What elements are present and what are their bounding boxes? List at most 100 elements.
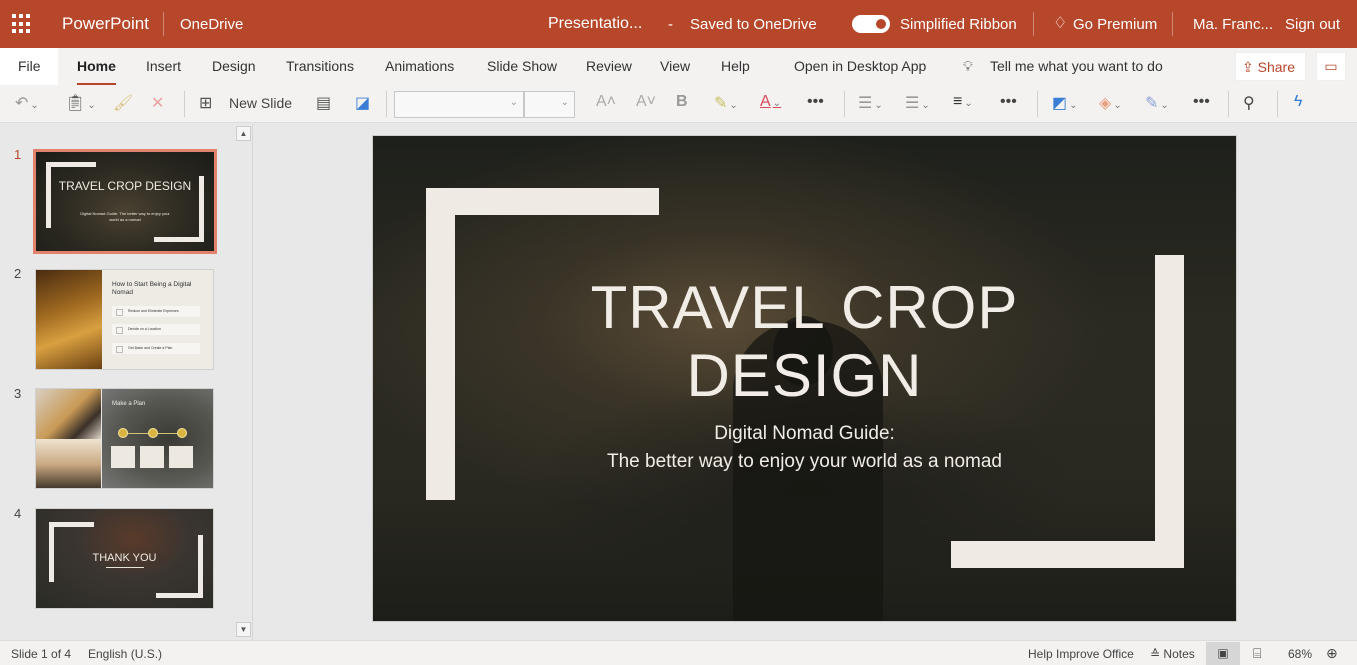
open-desktop-app[interactable]: Open in Desktop App (794, 58, 926, 74)
divider (844, 91, 845, 117)
thumbnail-scrollbar[interactable]: ▲ ▼ (235, 124, 252, 640)
tell-me-search[interactable]: Tell me what you want to do (990, 58, 1163, 74)
divider (1033, 12, 1034, 36)
grow-font-button[interactable]: A˄ (596, 93, 616, 111)
app-name[interactable]: PowerPoint (62, 14, 149, 34)
scroll-up-button[interactable]: ▲ (236, 126, 251, 141)
current-slide[interactable]: TRAVEL CROP DESIGN Digital Nomad Guide: … (372, 135, 1237, 622)
new-slide-label[interactable]: New Slide (229, 95, 292, 111)
numbering-button[interactable]: ☰ ⌄ (905, 93, 930, 113)
normal-view-icon: ▣ (1217, 646, 1229, 660)
tab-view[interactable]: View (660, 58, 690, 74)
zoom-level[interactable]: 68% (1288, 647, 1312, 661)
share-button[interactable]: ⇪ Share (1235, 52, 1306, 81)
shrink-font-button[interactable]: A˅ (636, 93, 656, 111)
shapes-button[interactable]: ◩ ⌄ (1052, 93, 1078, 113)
bold-button[interactable]: B (676, 93, 688, 111)
go-premium-link[interactable]: Go Premium (1073, 16, 1157, 33)
thumbnail-slide-2[interactable]: How to Start Being a Digital Nomad Reduc… (35, 269, 214, 370)
new-slide-icon: ⊞ (199, 95, 213, 112)
share-label: Share (1257, 59, 1295, 75)
thumbnail-subtitle: Digital Nomad Guide: The better way to e… (80, 211, 170, 222)
font-name-select[interactable]: ⌄ (394, 91, 524, 118)
tab-file[interactable]: File (18, 58, 41, 74)
tab-transitions[interactable]: Transitions (286, 58, 354, 74)
align-icon: ≡ (953, 93, 963, 110)
file-tab[interactable]: File (0, 48, 58, 85)
bullets-button[interactable]: ☰ ⌄ (858, 93, 883, 113)
language[interactable]: English (U.S.) (88, 647, 162, 661)
lightning-icon: ϟ (1294, 93, 1303, 110)
font-color-icon: A (760, 93, 771, 110)
thumbnail-panel: Make a Plan (102, 389, 213, 488)
font-size-select[interactable]: ⌄ (524, 91, 575, 118)
thumbnail-list-item: Reduce and Eliminate Expenses (112, 306, 200, 317)
thumbnail-slide-4[interactable]: THANK YOU (35, 508, 214, 609)
slide-subtitle[interactable]: Digital Nomad Guide: The better way to e… (373, 420, 1236, 476)
search-icon: ⚲ (1243, 95, 1255, 112)
paste-button[interactable]: 📋︎ ⌄ (65, 93, 96, 113)
shape-fill-button[interactable]: ◈ ⌄ (1099, 93, 1122, 113)
tab-animations[interactable]: Animations (385, 58, 454, 74)
undo-button[interactable]: ↶ ⌄ (15, 93, 39, 113)
toggle-knob (876, 19, 886, 29)
background-button[interactable]: ◪ (355, 93, 370, 113)
shape-outline-button[interactable]: ✎ ⌄ (1145, 93, 1169, 113)
timeline-card (140, 446, 164, 468)
delete-button[interactable]: ✕ (151, 93, 164, 113)
user-name[interactable]: Ma. Franc... (1193, 16, 1273, 33)
design-background-icon: ◪ (355, 95, 371, 112)
more-paragraph-button[interactable]: ••• (1000, 93, 1017, 111)
tab-slide-show[interactable]: Slide Show (487, 58, 557, 74)
app-launcher-icon[interactable] (12, 14, 32, 34)
chevron-down-icon: ⌄ (509, 97, 518, 108)
normal-view-button[interactable]: ▣ (1206, 642, 1240, 665)
thumbnail-photo (36, 389, 101, 439)
highlight-button[interactable]: ✎ ⌄ (714, 93, 738, 113)
designer-button[interactable]: ϟ (1294, 93, 1302, 111)
share-icon: ⇪ (1242, 59, 1254, 75)
thumbnail-number: 1 (14, 147, 22, 162)
notes-button[interactable]: ≙ Notes (1150, 647, 1195, 661)
shapes-icon: ◩ (1052, 95, 1068, 112)
divider (184, 91, 185, 117)
tab-review[interactable]: Review (586, 58, 632, 74)
simplified-ribbon-toggle[interactable] (852, 15, 890, 33)
more-drawing-button[interactable]: ••• (1193, 93, 1210, 111)
paste-icon: 📋︎ (65, 95, 86, 112)
thumbnail-slide-1[interactable]: TRAVEL CROP DESIGN Digital Nomad Guide: … (33, 149, 217, 254)
more-font-button[interactable]: ••• (807, 93, 824, 111)
thumbnail-title: TRAVEL CROP DESIGN (58, 179, 192, 193)
thumbnail-slide-3[interactable]: Make a Plan (35, 388, 214, 489)
diamond-icon: ♢ (1053, 15, 1068, 32)
location-link[interactable]: OneDrive (180, 16, 243, 33)
tab-help[interactable]: Help (721, 58, 750, 74)
thumbnail-photo (36, 270, 102, 369)
thumbnail-number: 2 (14, 266, 22, 281)
layout-button[interactable]: ▤ (316, 93, 331, 113)
format-painter-button[interactable]: 🖌︎ (113, 93, 133, 113)
slide-title[interactable]: TRAVEL CROP DESIGN (373, 274, 1236, 410)
timeline-step (118, 428, 128, 438)
thumbnail-number: 3 (14, 386, 22, 401)
bullets-icon: ☰ (858, 95, 873, 112)
comments-button[interactable]: ▭ (1316, 52, 1346, 81)
shape-outline-icon: ✎ (1145, 95, 1159, 112)
grow-font-icon: A˄ (596, 93, 617, 110)
font-color-button[interactable]: A ⌄ (760, 93, 781, 111)
slide-title-line: DESIGN (686, 342, 923, 409)
tab-insert[interactable]: Insert (146, 58, 181, 74)
fit-to-window-button[interactable]: ⊕ (1326, 645, 1338, 662)
find-button[interactable]: ⚲ (1243, 93, 1255, 113)
title-bar: PowerPoint OneDrive Presentatio... - Sav… (0, 0, 1357, 48)
align-button[interactable]: ≡ ⌄ (953, 93, 973, 111)
tab-home[interactable]: Home (77, 58, 116, 86)
sign-out-link[interactable]: Sign out (1285, 16, 1340, 33)
document-name[interactable]: Presentatio... (548, 15, 642, 33)
scroll-down-button[interactable]: ▼ (236, 622, 251, 637)
slide-show-button[interactable]: ⌸ (1253, 645, 1261, 662)
tab-design[interactable]: Design (212, 58, 256, 74)
help-improve-office-link[interactable]: Help Improve Office (1028, 647, 1134, 661)
ribbon-toolbar: ↶ ⌄ 📋︎ ⌄ 🖌︎ ✕ ⊞ New Slide ▤ ◪ ⌄ ⌄ A˄ A˅ B … (0, 85, 1357, 123)
new-slide-button[interactable]: ⊞ (199, 93, 212, 113)
